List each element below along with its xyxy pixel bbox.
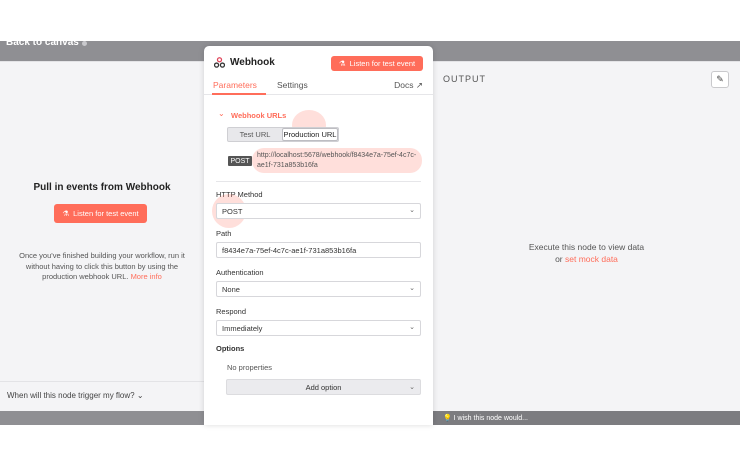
options-label: Options [216, 344, 245, 353]
http-method-select[interactable]: POST ⌄ [216, 203, 421, 219]
chevron-down-icon: ⌄ [136, 391, 144, 400]
input-panel-title: Pull in events from Webhook [33, 182, 171, 193]
chevron-down-icon: ⌄ [409, 384, 415, 391]
output-title: OUTPUT [443, 74, 486, 84]
path-label: Path [216, 229, 232, 238]
path-input[interactable]: f8434e7a-75ef-4c7c-ae1f-731a853b16fa [216, 242, 421, 258]
add-option-label: Add option [305, 382, 342, 392]
set-mock-data-link[interactable]: set mock data [565, 254, 618, 264]
chevron-down-icon: ⌄ [409, 324, 415, 331]
external-link-icon: ↗ [415, 80, 423, 90]
or-text: or [555, 254, 563, 264]
feedback-text: I wish this node would... [453, 415, 528, 422]
section-divider [216, 181, 421, 182]
chevron-down-icon[interactable]: ⌄ [218, 109, 225, 118]
header-listen-test-event-button[interactable]: ⚗ Listen for test event [331, 56, 423, 71]
panel-header: Webhook ⚗ Listen for test event [204, 46, 433, 76]
http-method-label: HTTP Method [216, 190, 263, 199]
listen-test-event-button[interactable]: ⚗ Listen for test event [54, 204, 147, 223]
node-parameters-panel: Webhook ⚗ Listen for test event Paramete… [204, 46, 433, 425]
more-info-link[interactable]: More info [131, 272, 162, 281]
authentication-select[interactable]: None ⌄ [216, 281, 421, 297]
authentication-value: None [222, 285, 240, 294]
lightbulb-icon: 💡 [443, 415, 454, 422]
webhook-urls-section-title[interactable]: Webhook URLs [231, 111, 286, 120]
add-option-button[interactable]: Add option ⌄ [226, 379, 421, 395]
back-to-canvas-link[interactable]: Back to canvas [6, 37, 79, 48]
input-panel-description: Once you've finished building your workf… [12, 251, 192, 283]
panel-tabs: Parameters Settings Docs ↗ [204, 76, 433, 95]
method-badge: POST [228, 156, 252, 166]
no-properties-text: No properties [227, 363, 273, 372]
trigger-help-footer[interactable]: When will this node trigger my flow? ⌄ [0, 381, 204, 411]
mock-data-line: or set mock data [433, 253, 740, 265]
path-value: f8434e7a-75ef-4c7c-ae1f-731a853b16fa [222, 246, 357, 255]
respond-select[interactable]: Immediately ⌄ [216, 320, 421, 336]
webhook-icon [214, 57, 225, 68]
test-url-option[interactable]: Test URL [228, 128, 282, 141]
trigger-help-text: When will this node trigger my flow? [7, 391, 135, 400]
respond-label: Respond [216, 307, 247, 316]
edit-output-button[interactable]: ✎ [711, 71, 729, 88]
node-details-view: Back to canvas Pull in events from Webho… [0, 0, 740, 465]
canvas-dot [82, 41, 87, 46]
respond-value: Immediately [222, 324, 263, 333]
chevron-down-icon: ⌄ [409, 207, 415, 214]
execute-message: Execute this node to view data [528, 242, 645, 252]
authentication-label: Authentication [216, 268, 264, 277]
header-listen-label: Listen for test event [349, 59, 416, 68]
http-method-value: POST [222, 207, 243, 216]
input-panel: Pull in events from Webhook ⚗ Listen for… [0, 61, 204, 411]
tab-settings[interactable]: Settings [277, 80, 308, 90]
url-type-toggle: Test URL Production URL [227, 127, 339, 142]
listen-button-label: Listen for test event [73, 209, 139, 218]
flask-icon: ⚗ [62, 209, 70, 218]
chevron-down-icon: ⌄ [409, 285, 415, 292]
pencil-icon: ✎ [716, 74, 724, 84]
webhook-url[interactable]: http://localhost:5678/webhook/f8434e7a-7… [257, 151, 419, 171]
docs-link[interactable]: Docs ↗ [394, 80, 423, 91]
tab-parameters[interactable]: Parameters [213, 80, 257, 90]
active-tab-indicator [212, 93, 266, 95]
docs-label: Docs [394, 80, 414, 90]
feedback-bar[interactable]: 💡 I wish this node would... [433, 411, 740, 425]
node-title[interactable]: Webhook [230, 57, 275, 68]
flask-icon: ⚗ [338, 59, 346, 68]
output-panel: OUTPUT ✎ Execute this node to view data … [433, 61, 740, 411]
output-empty-state: Execute this node to view data or set mo… [433, 241, 740, 265]
production-url-option[interactable]: Production URL [282, 128, 338, 141]
